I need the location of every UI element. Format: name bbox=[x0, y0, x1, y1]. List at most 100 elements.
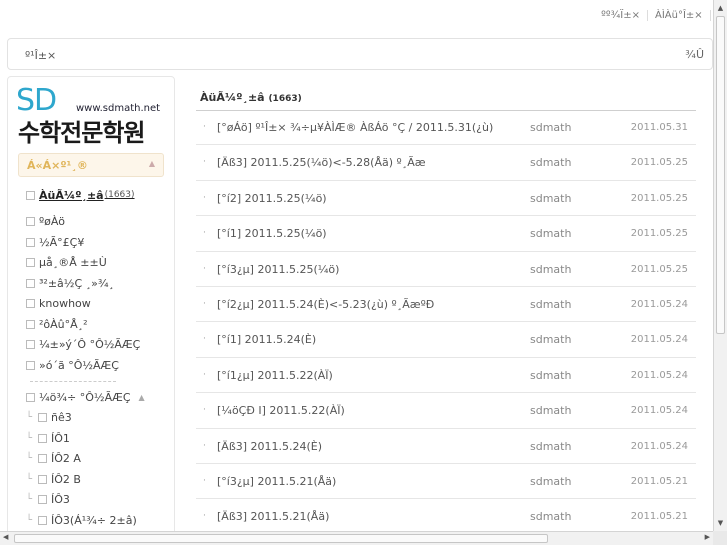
sidebar-item[interactable]: »ó´ã °Ô½ÃÆÇ bbox=[26, 355, 174, 376]
triangle-up-icon[interactable]: ▲ bbox=[149, 159, 155, 168]
tree-line-icon: └ bbox=[26, 453, 33, 465]
checkbox-icon bbox=[26, 258, 35, 268]
post-date: 2011.05.25 bbox=[630, 157, 688, 169]
post-row[interactable]: · [°í1] 2011.5.25(¼ö) sdmath 2011.05.25 bbox=[196, 216, 696, 252]
post-title[interactable]: [°í3¿µ] 2011.5.21(Åä) bbox=[217, 475, 336, 488]
post-author[interactable]: sdmath bbox=[530, 192, 571, 205]
checkbox-icon bbox=[26, 392, 35, 402]
post-row[interactable]: · [Äß3] 2011.5.24(È) sdmath 2011.05.24 bbox=[196, 429, 696, 464]
post-row[interactable]: · [Äß3] 2011.5.25(¼ö)<-5.28(Åä) º¸Ãæ sdmat… bbox=[196, 145, 696, 181]
bullet-icon: · bbox=[203, 334, 206, 345]
post-author[interactable]: sdmath bbox=[530, 121, 571, 134]
post-row[interactable]: · [°í3¿µ] 2011.5.21(Åä) sdmath 2011.05.21 bbox=[196, 464, 696, 500]
logo[interactable]: SD www.sdmath.net 수학전문학원 bbox=[16, 83, 171, 147]
category-header[interactable]: Á«Á×º¹¸® ▲ bbox=[18, 153, 164, 177]
post-author[interactable]: sdmath bbox=[530, 510, 571, 523]
triangle-up-icon[interactable]: ▲ bbox=[139, 393, 145, 402]
bullet-icon: · bbox=[203, 157, 206, 168]
post-author[interactable]: sdmath bbox=[530, 333, 571, 346]
sidebar-item[interactable]: ¼±»ý´Ô °Ô½ÃÆÇ bbox=[26, 335, 174, 356]
bullet-icon: · bbox=[203, 440, 206, 451]
post-author[interactable]: sdmath bbox=[530, 156, 571, 169]
tree-line-icon: └ bbox=[26, 514, 33, 526]
post-title[interactable]: [°í3¿µ] 2011.5.25(¼ö) bbox=[217, 263, 339, 276]
checkbox-icon bbox=[26, 190, 35, 200]
sidebar-subitem[interactable]: └ ÍÔ2 A bbox=[26, 449, 174, 470]
sidebar-subitem[interactable]: └ ÍÔ1 bbox=[26, 428, 174, 449]
post-title[interactable]: [°í2¿µ] 2011.5.24(È)<-5.23(¿ù) º¸ÃæºÐ bbox=[217, 298, 434, 311]
sidebar-item[interactable]: ²ôÀû°Å¸² bbox=[26, 314, 174, 335]
sidebar-subitem[interactable]: └ ÍÔ2 B bbox=[26, 469, 174, 490]
scroll-down-icon[interactable]: ▼ bbox=[715, 517, 726, 529]
sidebar: SD www.sdmath.net 수학전문학원 Á«Á×º¹¸® ▲ ÀüÃ¼… bbox=[7, 76, 175, 536]
sidebar-subitem[interactable]: └ ñê3 bbox=[26, 408, 174, 429]
post-author[interactable]: sdmath bbox=[530, 227, 571, 240]
post-date: 2011.05.24 bbox=[630, 298, 688, 310]
top-nav-link-1[interactable]: ºº¾Ï±× bbox=[594, 10, 647, 21]
post-date: 2011.05.31 bbox=[630, 122, 688, 133]
search-button[interactable]: ¾Û bbox=[685, 48, 704, 61]
bullet-icon: · bbox=[203, 405, 206, 416]
vertical-scroll-thumb[interactable] bbox=[716, 16, 725, 334]
post-row[interactable]: · [°í1¿µ] 2011.5.22(ÀÏ) sdmath 2011.05.24 bbox=[196, 358, 696, 394]
sidebar-group-header[interactable]: ¼ö¾÷ °Ô½ÃÆÇ ▲ bbox=[26, 387, 174, 408]
horizontal-scrollbar[interactable]: ◀ ▶ bbox=[0, 531, 713, 545]
sidebar-subitem-label: ÍÔ2 B bbox=[51, 472, 81, 486]
post-title[interactable]: [¼öÇÐ I] 2011.5.22(ÀÏ) bbox=[217, 404, 345, 417]
sidebar-subitem-label: ñê3 bbox=[51, 411, 72, 425]
checkbox-icon bbox=[38, 474, 47, 484]
post-row[interactable]: · [°øÁö] º¹Î±× ¾÷µ¥ÀÌÆ® ÀßÁö °Ç / 2011.5.… bbox=[196, 110, 696, 146]
post-row[interactable]: · [°í2¿µ] 2011.5.24(È)<-5.23(¿ù) º¸ÃæºÐ sd… bbox=[196, 287, 696, 323]
post-author[interactable]: sdmath bbox=[530, 369, 571, 382]
checkbox-icon bbox=[38, 433, 47, 443]
scroll-up-icon[interactable]: ▲ bbox=[715, 2, 726, 14]
sidebar-item[interactable]: ½Ã°£Ç¥ bbox=[26, 232, 174, 253]
post-author[interactable]: sdmath bbox=[530, 440, 571, 453]
post-title[interactable]: [°í1¿µ] 2011.5.22(ÀÏ) bbox=[217, 369, 333, 382]
search-bar[interactable]: º¹Î±× ¾Û bbox=[7, 38, 713, 70]
post-title[interactable]: [Äß3] 2011.5.24(È) bbox=[217, 440, 322, 453]
horizontal-scroll-thumb[interactable] bbox=[14, 534, 548, 543]
top-nav-link-2[interactable]: ÀÌÀü°Î±× bbox=[647, 10, 710, 21]
checkbox-icon bbox=[26, 237, 35, 247]
scroll-left-icon[interactable]: ◀ bbox=[3, 533, 8, 541]
post-title[interactable]: [°øÁö] º¹Î±× ¾÷µ¥ÀÌÆ® ÀßÁö °Ç / 2011.5.3… bbox=[217, 121, 493, 134]
sidebar-item-label: µå¸®Å ±±Ù bbox=[39, 256, 107, 270]
post-title[interactable]: [°í2] 2011.5.25(¼ö) bbox=[217, 192, 327, 205]
sidebar-subitem[interactable]: └ ÍÔ3(Á¹¾÷ 2±â) bbox=[26, 510, 174, 531]
post-row[interactable]: · [°í2] 2011.5.25(¼ö) sdmath 2011.05.25 bbox=[196, 181, 696, 217]
post-author[interactable]: sdmath bbox=[530, 475, 571, 488]
post-author[interactable]: sdmath bbox=[530, 298, 571, 311]
post-title[interactable]: [Äß3] 2011.5.21(Åä) bbox=[217, 510, 329, 523]
scroll-right-icon[interactable]: ▶ bbox=[705, 533, 710, 541]
scrollbar-corner bbox=[713, 531, 727, 545]
sidebar-item-knowhow[interactable]: knowhow bbox=[26, 294, 174, 315]
post-row[interactable]: · [°í3¿µ] 2011.5.25(¼ö) sdmath 2011.05.25 bbox=[196, 252, 696, 287]
page-title-text: ÀüÃ¼º¸±â bbox=[200, 91, 265, 104]
sidebar-item[interactable]: µå¸®Å ±±Ù bbox=[26, 253, 174, 274]
post-title[interactable]: [°í1] 2011.5.25(¼ö) bbox=[217, 227, 327, 240]
post-author[interactable]: sdmath bbox=[530, 404, 571, 417]
sidebar-subitem[interactable]: └ ÍÔ3 bbox=[26, 490, 174, 511]
post-author[interactable]: sdmath bbox=[530, 263, 571, 276]
sidebar-item-all[interactable]: ÀüÃ¼º¸±â (1663) bbox=[26, 185, 174, 206]
bullet-icon: · bbox=[203, 475, 206, 486]
post-row[interactable]: · [¼öÇÐ I] 2011.5.22(ÀÏ) sdmath 2011.05.24 bbox=[196, 393, 696, 429]
bullet-icon: · bbox=[203, 263, 206, 274]
search-input-placeholder[interactable]: º¹Î±× bbox=[25, 49, 56, 62]
sidebar-subitem-label: ÍÔ3 bbox=[51, 493, 70, 507]
checkbox-icon bbox=[26, 278, 35, 288]
tree-line-icon: └ bbox=[26, 432, 33, 444]
post-row[interactable]: · [Äß3] 2011.5.21(Åä) sdmath 2011.05.21 bbox=[196, 499, 696, 535]
post-date: 2011.05.24 bbox=[630, 405, 688, 417]
post-title[interactable]: [°í1] 2011.5.24(È) bbox=[217, 333, 316, 346]
sidebar-item[interactable]: ºøÀö bbox=[26, 212, 174, 233]
sidebar-item[interactable]: ³²±â½Ç ¸»¾¸ bbox=[26, 273, 174, 294]
vertical-scrollbar[interactable]: ▲ ▼ bbox=[713, 0, 727, 531]
checkbox-icon bbox=[26, 360, 35, 370]
sidebar-group-label: ¼ö¾÷ °Ô½ÃÆÇ bbox=[39, 390, 131, 404]
post-row[interactable]: · [°í1] 2011.5.24(È) sdmath 2011.05.24 bbox=[196, 322, 696, 358]
post-title[interactable]: [Äß3] 2011.5.25(¼ö)<-5.28(Åä) º¸Ãæ bbox=[217, 156, 426, 169]
bullet-icon: · bbox=[203, 192, 206, 203]
logo-name: 수학전문학원 bbox=[18, 119, 145, 147]
